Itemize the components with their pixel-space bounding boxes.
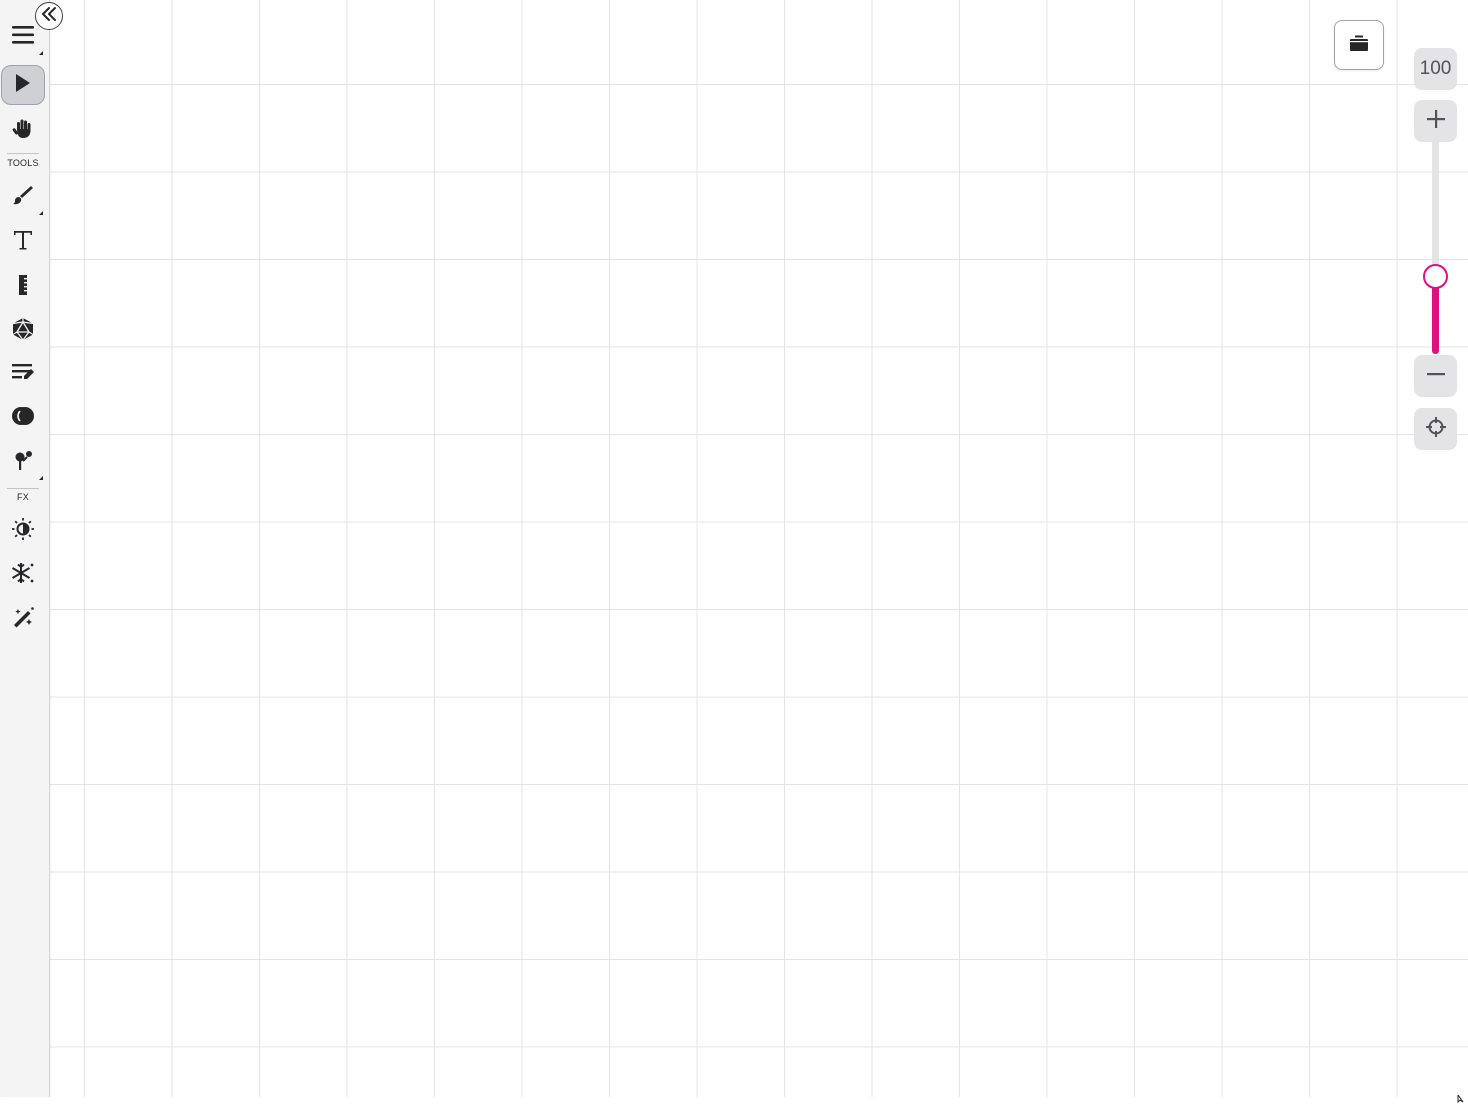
fx-section-label: FX (17, 492, 29, 502)
light-icon (11, 517, 35, 546)
divider (7, 153, 39, 154)
map-canvas[interactable] (50, 0, 1468, 1097)
paintbrush-icon (12, 184, 34, 211)
zoom-value: 100 (1419, 58, 1452, 79)
pin-icon (11, 448, 35, 477)
pin-tool-button[interactable] (1, 442, 45, 482)
zoom-slider-thumb[interactable] (1423, 264, 1448, 289)
ruler-icon (16, 274, 30, 301)
hand-icon (12, 118, 34, 145)
magic-tool-button[interactable] (1, 600, 45, 640)
ruler-tool-button[interactable] (1, 267, 45, 307)
zoom-slider-track[interactable] (1432, 142, 1439, 354)
text-tool-button[interactable] (1, 222, 45, 262)
magic-wand-icon (11, 606, 35, 635)
dice-icon (11, 317, 35, 346)
select-tool-button[interactable] (1, 65, 45, 105)
zoom-in-button[interactable] (1414, 100, 1457, 142)
snowflake-icon (11, 561, 35, 590)
minus-icon (1426, 364, 1446, 389)
collapse-sidebar-button[interactable] (35, 2, 63, 30)
briefcase-icon (1348, 34, 1370, 57)
cursor-arrow-icon (14, 73, 32, 98)
double-chevron-left-icon (41, 6, 57, 27)
brush-tool-button[interactable] (1, 177, 45, 217)
light-tool-button[interactable] (1, 511, 45, 551)
tools-section-label: TOOLS (7, 158, 39, 168)
notes-tool-button[interactable] (1, 354, 45, 394)
pan-tool-button[interactable] (1, 111, 45, 151)
crosshair-icon (1425, 416, 1447, 443)
fog-tool-button[interactable] (1, 398, 45, 438)
mouse-cursor (1457, 1090, 1467, 1108)
text-icon (12, 229, 34, 256)
notes-icon (11, 361, 35, 388)
zoom-level-display[interactable]: 100 (1414, 48, 1457, 90)
plus-icon (1426, 109, 1446, 134)
hamburger-menu-icon (11, 24, 35, 51)
divider (7, 488, 39, 489)
left-toolbar: TOOLS FX (0, 0, 50, 1097)
zoom-out-button[interactable] (1414, 355, 1457, 397)
fog-icon (11, 406, 35, 431)
recenter-button[interactable] (1414, 408, 1457, 450)
dice-tool-button[interactable] (1, 311, 45, 351)
scene-button[interactable] (1334, 20, 1384, 70)
weather-tool-button[interactable] (1, 555, 45, 595)
